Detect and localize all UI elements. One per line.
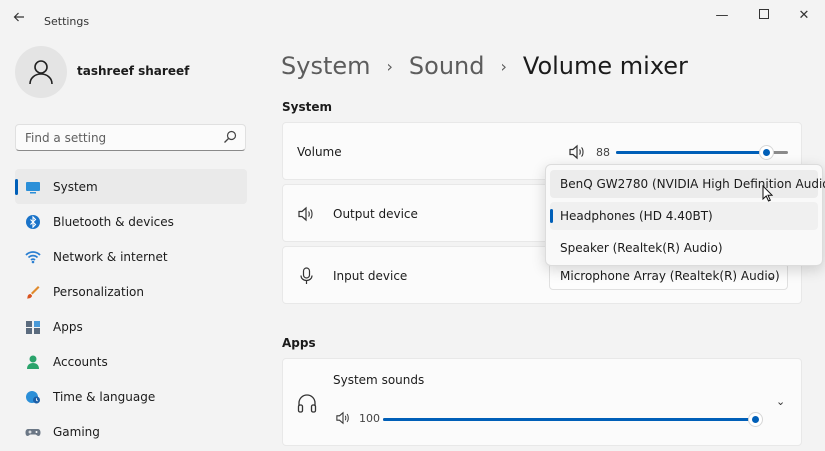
apps-section-title: Apps — [282, 336, 316, 350]
title-bar: Settings — ✕ — [0, 0, 825, 32]
speaker-icon — [298, 206, 313, 222]
breadcrumb-separator: › — [500, 56, 507, 76]
sidebar-item-label: Network & internet — [53, 249, 168, 264]
sidebar-item-label: Personalization — [53, 284, 144, 299]
chevron-down-icon: ⌄ — [766, 271, 775, 282]
maximize-icon — [759, 9, 769, 19]
avatar[interactable] — [15, 46, 67, 98]
account-icon — [27, 355, 39, 369]
system-sounds-slider-thumb[interactable] — [749, 413, 762, 426]
breadcrumb-separator: › — [386, 56, 393, 76]
breadcrumb: System › Sound › Volume mixer — [281, 50, 688, 82]
output-device-label: Output device — [333, 207, 418, 221]
system-sounds-card: System sounds 100 ⌄ — [282, 358, 802, 446]
apps-grid-icon — [26, 321, 40, 334]
system-sounds-slider-fill — [383, 418, 756, 421]
input-device-selected: Microphone Array (Realtek(R) Audio) — [560, 269, 780, 283]
search-icon — [224, 130, 237, 143]
sidebar-item-label: Gaming — [53, 424, 100, 439]
output-option-selected[interactable]: Headphones (HD 4.40BT) — [550, 202, 818, 230]
bluetooth-icon — [26, 215, 40, 229]
minimize-button[interactable]: — — [712, 6, 732, 26]
volume-slider-thumb[interactable] — [760, 146, 773, 159]
page-title: Volume mixer — [522, 52, 688, 80]
search-input[interactable] — [16, 125, 216, 150]
breadcrumb-sound[interactable]: Sound — [409, 52, 485, 80]
back-button[interactable] — [12, 10, 28, 26]
microphone-icon — [300, 267, 313, 284]
sidebar-item-accounts[interactable]: Accounts — [15, 344, 247, 379]
chevron-down-icon[interactable]: ⌄ — [776, 395, 785, 408]
sidebar-item-label: Apps — [53, 319, 83, 334]
sidebar-item-network[interactable]: Network & internet — [15, 239, 247, 274]
mouse-cursor-icon — [762, 185, 773, 202]
system-sounds-value: 100 — [359, 412, 380, 425]
output-device-dropdown: BenQ GW2780 (NVIDIA High Definition Audi… — [545, 164, 825, 266]
sidebar-item-apps[interactable]: Apps — [15, 309, 247, 344]
gamepad-icon — [25, 429, 41, 436]
system-section-title: System — [282, 100, 332, 114]
brush-icon — [27, 286, 40, 299]
back-arrow-icon — [13, 12, 24, 22]
input-device-select[interactable]: Microphone Array (Realtek(R) Audio) ⌄ — [549, 263, 788, 290]
sidebar-item-personalization[interactable]: Personalization — [15, 274, 247, 309]
volume-slider-fill — [616, 151, 767, 154]
sidebar-item-label: System — [53, 179, 98, 194]
sidebar-item-bluetooth[interactable]: Bluetooth & devices — [15, 204, 247, 239]
system-sounds-slider[interactable] — [383, 418, 756, 421]
close-button[interactable]: ✕ — [794, 6, 814, 26]
globe-clock-icon — [26, 391, 40, 404]
user-name: tashreef shareef — [77, 64, 190, 78]
system-sounds-label: System sounds — [333, 373, 425, 387]
volume-label: Volume — [297, 145, 342, 159]
sidebar-item-label: Time & language — [53, 389, 156, 404]
sidebar-item-system[interactable]: System — [15, 169, 247, 204]
person-icon — [29, 60, 53, 85]
headphones-icon — [297, 394, 317, 413]
output-option[interactable]: BenQ GW2780 (NVIDIA High Definition Audi… — [550, 170, 825, 198]
breadcrumb-system[interactable]: System — [281, 52, 371, 80]
sidebar-item-label: Accounts — [53, 354, 108, 369]
input-device-label: Input device — [333, 269, 408, 283]
volume-value: 88 — [596, 146, 610, 159]
search-box[interactable] — [15, 124, 246, 151]
monitor-icon — [26, 182, 40, 194]
maximize-button[interactable] — [754, 6, 774, 26]
sidebar-item-gaming[interactable]: Gaming — [15, 414, 247, 449]
sidebar-nav: System Bluetooth & devices Network & int… — [15, 169, 247, 449]
output-option[interactable]: Speaker (Realtek(R) Audio) — [550, 234, 818, 262]
speaker-icon[interactable] — [335, 411, 351, 425]
speaker-icon[interactable] — [568, 144, 586, 160]
sidebar-item-time-language[interactable]: Time & language — [15, 379, 247, 414]
wifi-icon — [25, 251, 41, 264]
sidebar-item-label: Bluetooth & devices — [53, 214, 174, 229]
app-title: Settings — [44, 15, 90, 28]
